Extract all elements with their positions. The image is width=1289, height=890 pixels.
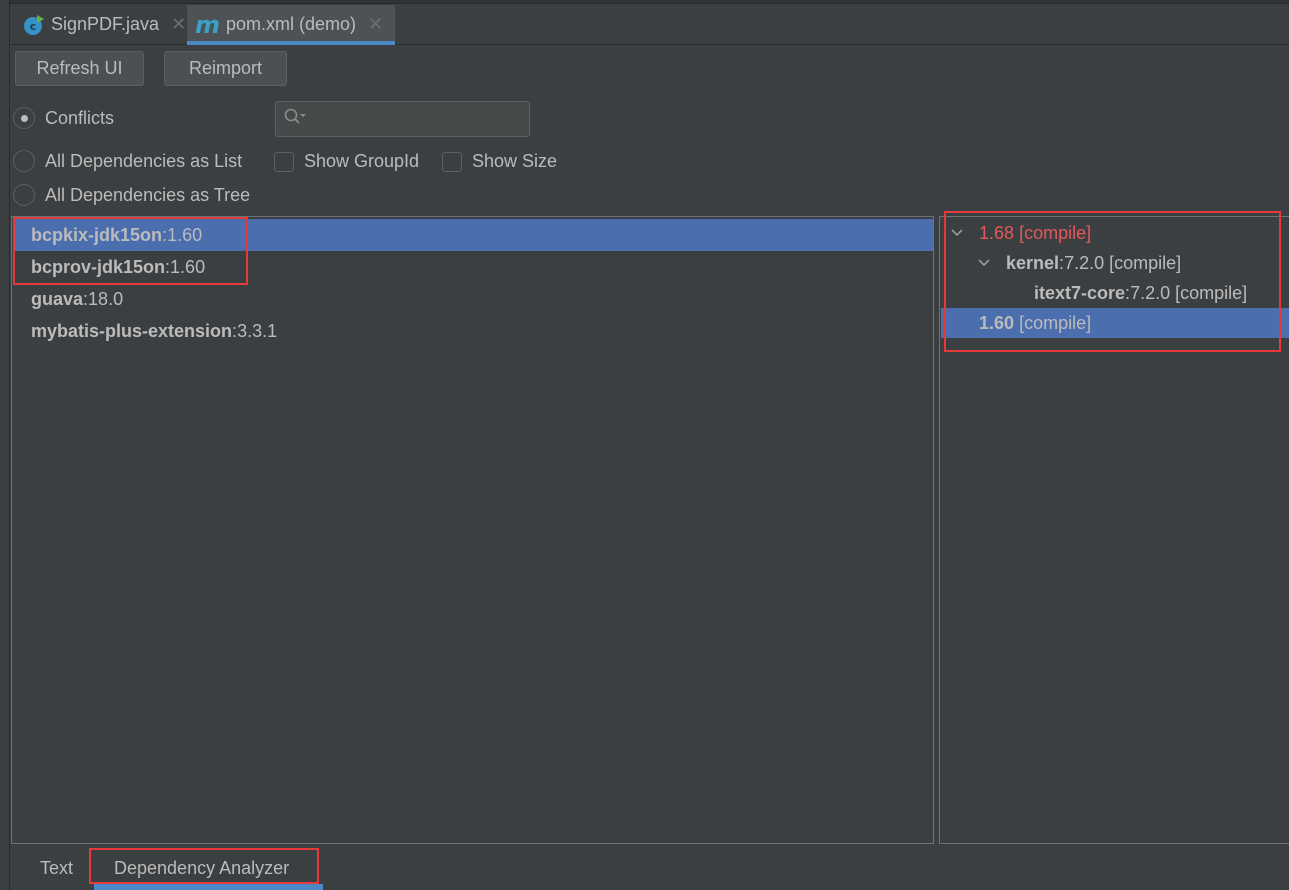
radio-button[interactable]: [13, 184, 35, 206]
search-input[interactable]: [314, 110, 529, 128]
search-icon[interactable]: [284, 108, 308, 131]
list-item[interactable]: guava : 18.0: [13, 283, 933, 315]
tree-node[interactable]: itext7-core : 7.2.0 [compile]: [941, 278, 1289, 308]
node-version: 7.2.0: [1064, 252, 1105, 273]
tab-label: pom.xml (demo): [226, 14, 357, 34]
maven-icon: m: [195, 10, 221, 39]
show-groupid-checkbox[interactable]: Show GroupId: [274, 151, 419, 172]
radio-button[interactable]: [13, 150, 35, 172]
java-class-icon: c: [23, 14, 45, 36]
tab-signpdf-java[interactable]: c SignPDF.java ✕: [15, 5, 187, 44]
checkbox-label: Show Size: [472, 151, 558, 171]
artifact-version: 18.0: [88, 288, 124, 309]
maven-pom-editor: c SignPDF.java ✕ m pom.xml (demo) ✕ Refr…: [0, 0, 1289, 890]
radio-conflicts[interactable]: Conflicts: [13, 107, 114, 129]
node-version: 1.60: [979, 312, 1015, 333]
close-icon[interactable]: ✕: [171, 14, 186, 35]
node-scope: [compile]: [1175, 282, 1248, 303]
bottom-tab-text[interactable]: Text: [40, 852, 73, 884]
artifact-name: kernel: [1006, 252, 1060, 273]
active-tab-indicator: [94, 884, 323, 890]
tab-label: SignPDF.java: [51, 14, 160, 34]
radio-all-dependencies-list[interactable]: All Dependencies as List: [13, 150, 242, 172]
node-version: 1.68: [979, 222, 1015, 243]
checkbox[interactable]: [274, 151, 294, 172]
svg-text:c: c: [30, 20, 37, 33]
node-scope: [compile]: [1019, 312, 1092, 333]
close-icon[interactable]: ✕: [368, 14, 383, 35]
artifact-name: itext7-core: [1034, 282, 1126, 303]
radio-all-dependencies-tree[interactable]: All Dependencies as Tree: [13, 184, 250, 206]
radio-label: Conflicts: [45, 107, 115, 128]
node-scope: [compile]: [1109, 252, 1182, 273]
top-strip: [10, 0, 1289, 4]
radio-label: All Dependencies as Tree: [45, 184, 251, 205]
checkbox-label: Show GroupId: [304, 151, 420, 171]
checkbox[interactable]: [442, 151, 462, 172]
artifact-version: 1.60: [170, 256, 206, 277]
artifact-version: 1.60: [167, 224, 203, 245]
artifact-name: bcprov-jdk15on: [31, 256, 166, 277]
chevron-down-icon[interactable]: [976, 258, 992, 268]
list-item[interactable]: bcpkix-jdk15on : 1.60: [13, 219, 933, 251]
show-size-checkbox[interactable]: Show Size: [442, 151, 557, 172]
search-field[interactable]: [275, 101, 530, 137]
tree-node[interactable]: 1.60 [compile]: [941, 308, 1289, 338]
list-item[interactable]: mybatis-plus-extension : 3.3.1: [13, 315, 933, 347]
artifact-name: guava: [31, 288, 84, 309]
node-version: 7.2.0: [1130, 282, 1171, 303]
artifact-name: bcpkix-jdk15on: [31, 224, 163, 245]
list-item[interactable]: bcprov-jdk15on : 1.60: [13, 251, 933, 283]
node-scope: [compile]: [1019, 222, 1092, 243]
bottom-tab-dependency-analyzer[interactable]: Dependency Analyzer: [114, 852, 289, 884]
tree-node[interactable]: kernel : 7.2.0 [compile]: [941, 248, 1289, 278]
usage-tree-panel: 1.68 [compile] kernel : 7.2.0 [compile] …: [939, 216, 1289, 844]
tab-pom-xml[interactable]: m pom.xml (demo) ✕: [187, 5, 395, 45]
editor-tab-bar: c SignPDF.java ✕ m pom.xml (demo) ✕: [11, 5, 1289, 45]
radio-label: All Dependencies as List: [45, 150, 243, 171]
chevron-down-icon[interactable]: [949, 228, 965, 238]
reimport-button[interactable]: Reimport: [164, 51, 287, 86]
radio-button[interactable]: [13, 107, 35, 129]
left-gutter: [0, 0, 10, 890]
artifact-version: 3.3.1: [237, 320, 278, 341]
tree-node[interactable]: 1.68 [compile]: [941, 218, 1289, 248]
conflicts-list-panel: bcpkix-jdk15on : 1.60 bcprov-jdk15on : 1…: [11, 216, 934, 844]
refresh-ui-button[interactable]: Refresh UI: [15, 51, 144, 86]
artifact-name: mybatis-plus-extension: [31, 320, 233, 341]
